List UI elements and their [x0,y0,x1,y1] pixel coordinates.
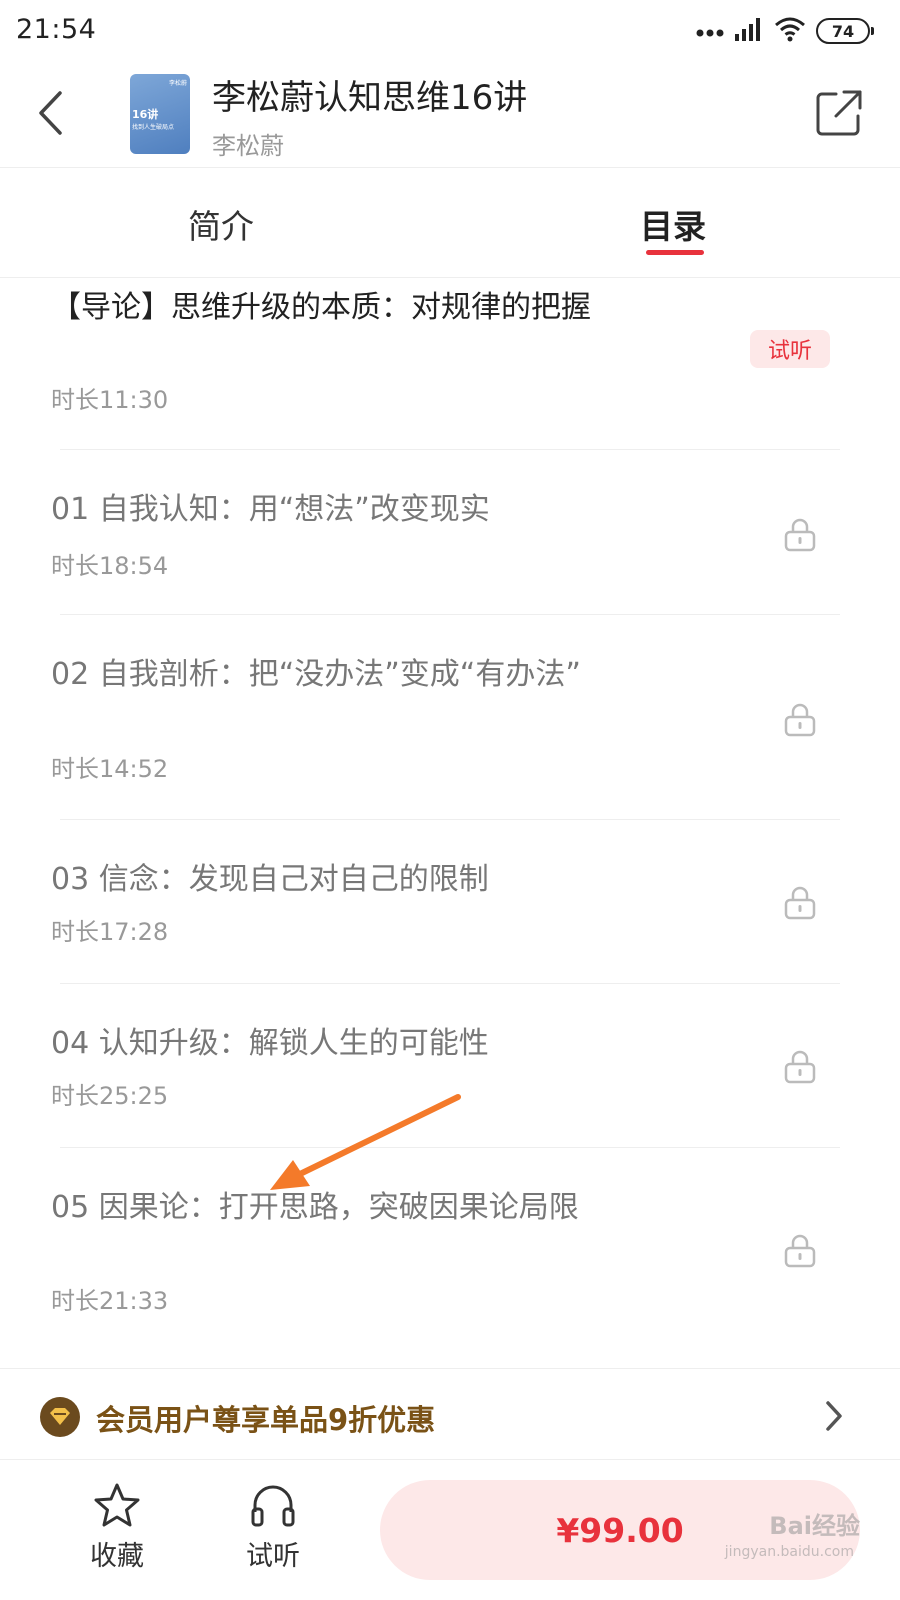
list-item[interactable]: 05 因果论：打开思路，突破因果论局限 时长21:33 [0,1148,900,1338]
status-time: 21:54 [16,14,97,45]
watermark-logo: Bai经验 [769,1512,860,1540]
episode-title: 05 因果论：打开思路，突破因果论局限 [51,1190,579,1225]
episode-duration: 时长25:25 [51,1082,169,1110]
favorite-label: 收藏 [90,1541,144,1572]
lock-icon [784,703,816,737]
tab-bar: 简介 目录 [0,168,900,278]
tab-intro[interactable]: 简介 [188,200,254,248]
chevron-right-icon [826,1401,842,1431]
share-button[interactable] [814,88,864,138]
episode-title: 03 信念：发现自己对自己的限制 [51,862,489,897]
wifi-icon [774,16,806,46]
episode-title: 02 自我剖析：把“没办法”变成“有办法” [51,657,581,692]
trial-listen-label: 试听 [246,1541,300,1572]
headphones-icon [251,1485,295,1527]
battery-icon: 74 [816,18,874,44]
share-icon [816,90,862,136]
episode-duration: 时长18:54 [51,552,169,580]
list-item[interactable]: 01 自我认知：用“想法”改变现实 时长18:54 [0,450,900,615]
lock-icon [784,1234,816,1268]
course-cover-image: 李松蔚 16讲 找到人生破局点 [130,74,190,154]
watermark-url: jingyan.baidu.com [724,1544,854,1560]
course-author: 李松蔚 [212,132,284,160]
bottom-action-bar: 收藏 试听 ¥99.00 Bai经验 jingyan.baidu.com [0,1460,900,1600]
list-item[interactable]: 03 信念：发现自己对自己的限制 时长17:28 [0,820,900,984]
course-header: 李松蔚 16讲 找到人生破局点 李松蔚认知思维16讲 李松蔚 [0,62,900,168]
episode-duration: 时长17:28 [51,918,169,946]
trial-listen-button[interactable]: 试听 [228,1482,318,1582]
lock-icon [784,518,816,552]
episode-duration: 时长11:30 [51,386,169,414]
status-icons: 74 [696,16,874,46]
favorite-button[interactable]: 收藏 [72,1482,162,1582]
price-label: ¥99.00 [556,1510,684,1550]
status-bar: 21:54 74 [0,0,900,62]
member-discount-text: 会员用户尊享单品9折优惠 [96,1403,436,1437]
lock-icon [784,1050,816,1084]
back-button[interactable] [30,88,70,138]
course-title: 李松蔚认知思维16讲 [212,78,528,118]
episode-duration: 时长14:52 [51,755,169,783]
cover-badge: 16讲 [132,108,159,121]
list-item[interactable]: 04 认知升级：解锁人生的可能性 时长25:25 [0,984,900,1148]
cover-author-text: 李松蔚 [168,80,187,87]
vip-diamond-icon [40,1397,80,1437]
cover-subtitle: 找到人生破局点 [132,124,175,131]
cellular-signal-icon [734,17,764,45]
signal-dots-icon [696,22,724,41]
episode-title: 01 自我认知：用“想法”改变现实 [51,492,490,527]
episode-title: 【导论】思维升级的本质：对规律的把握 [51,290,591,325]
tab-toc[interactable]: 目录 [640,200,706,248]
star-icon [94,1483,140,1527]
episode-title: 04 认知升级：解锁人生的可能性 [51,1026,489,1061]
member-discount-banner[interactable]: 会员用户尊享单品9折优惠 [0,1368,900,1460]
list-item[interactable]: 【导论】思维升级的本质：对规律的把握 时长11:30 试听 [0,278,900,450]
list-item[interactable]: 02 自我剖析：把“没办法”变成“有办法” 时长14:52 [0,615,900,820]
episode-duration: 时长21:33 [51,1287,169,1315]
tab-active-indicator [646,250,704,255]
chevron-left-icon [39,91,62,135]
free-preview-badge[interactable]: 试听 [750,330,830,368]
lock-icon [784,886,816,920]
